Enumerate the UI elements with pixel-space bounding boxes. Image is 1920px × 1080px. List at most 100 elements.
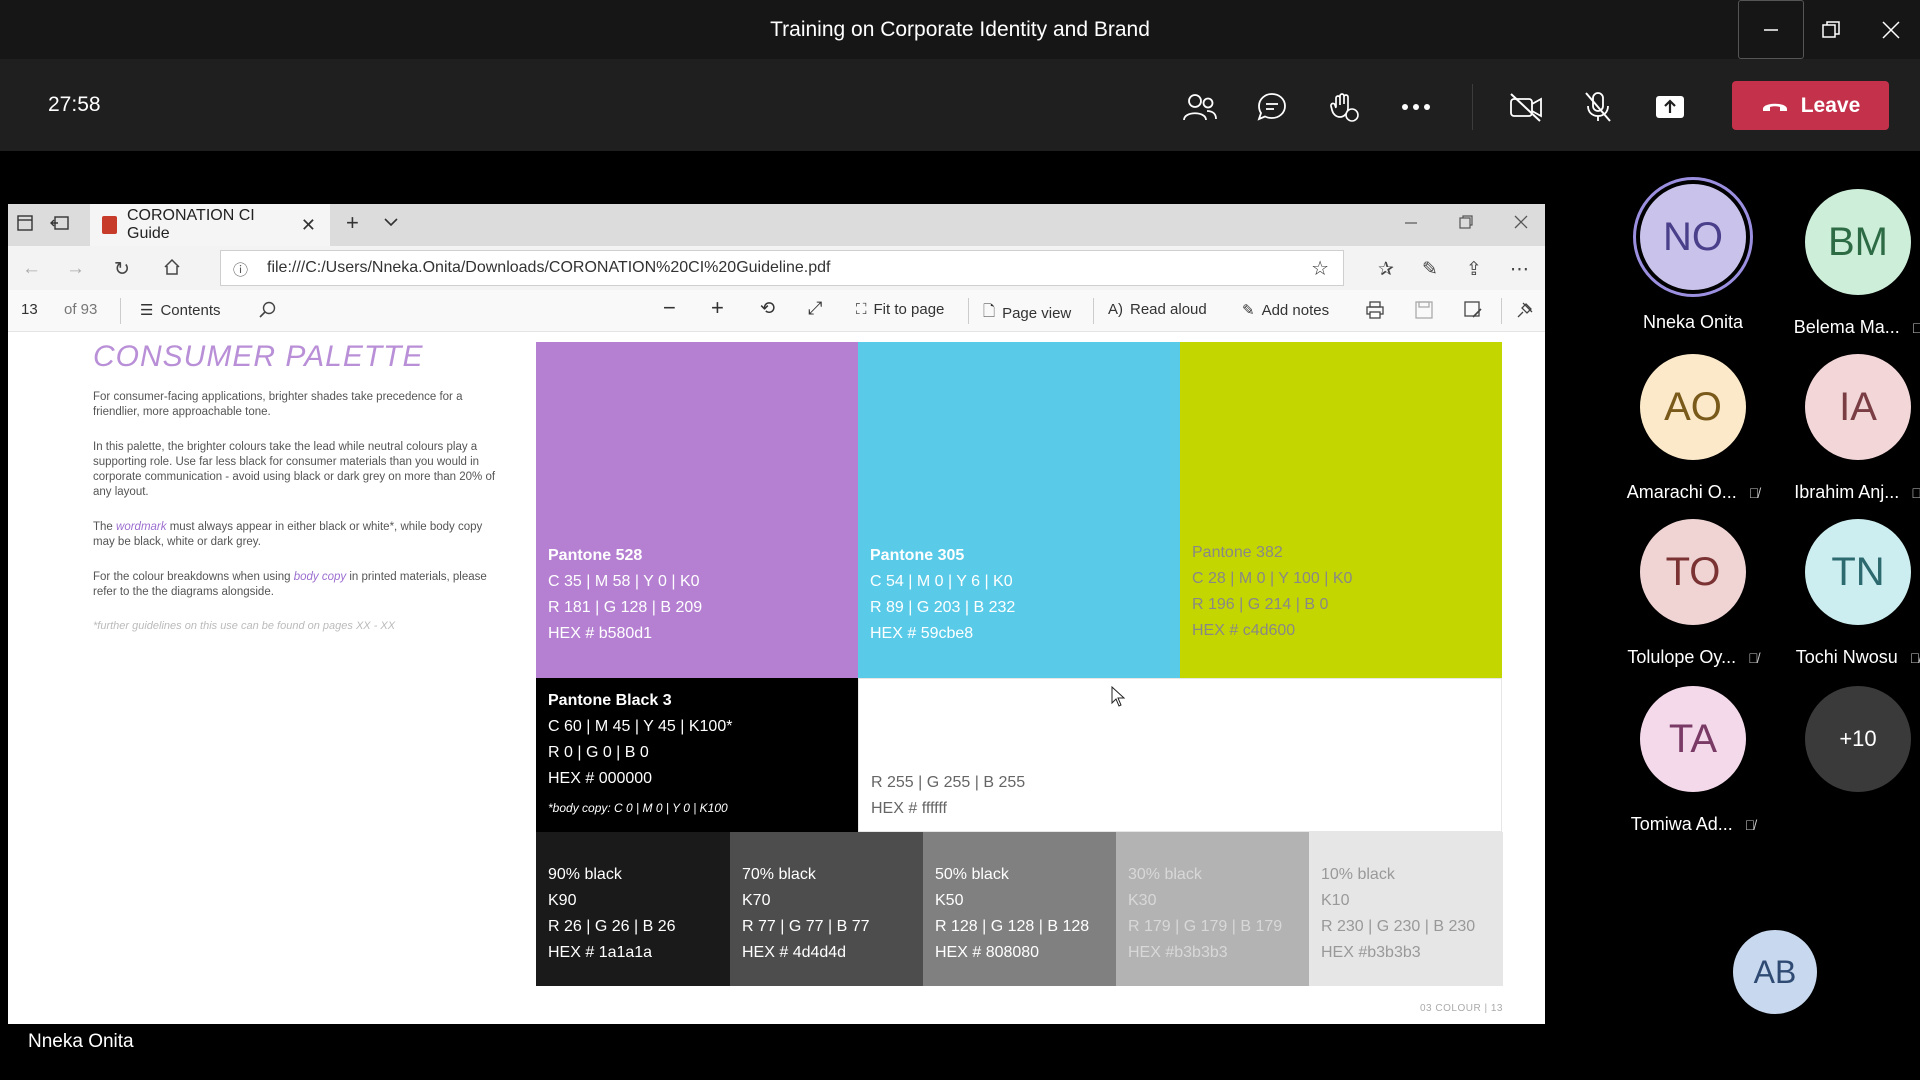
pdf-icon bbox=[102, 216, 117, 234]
participant-name-text: Belema Ma... bbox=[1793, 317, 1900, 337]
swatch-rgb: R 181 | G 128 | B 209 bbox=[548, 599, 703, 616]
save-button[interactable] bbox=[1415, 301, 1433, 319]
zoom-in-button[interactable]: + bbox=[711, 295, 724, 321]
mic-toggle-button[interactable] bbox=[1576, 85, 1620, 129]
fit-label: Fit to page bbox=[873, 301, 945, 318]
contents-button[interactable]: ☰ Contents bbox=[140, 301, 221, 320]
page-view-label: Page view bbox=[1002, 305, 1072, 322]
chevron-down-icon[interactable] bbox=[383, 214, 399, 235]
participant-tile[interactable]: BM Belema Ma... 🎙̸ bbox=[1783, 189, 1920, 338]
close-button[interactable] bbox=[1858, 0, 1920, 59]
rotate-button[interactable]: ⟲ bbox=[760, 298, 775, 319]
search-button[interactable] bbox=[258, 301, 276, 319]
restore-icon bbox=[1822, 20, 1840, 38]
pen-icon[interactable]: ✎ bbox=[1422, 258, 1438, 281]
new-tab-icon[interactable]: + bbox=[346, 210, 359, 236]
swatch-cmyk: C 60 | M 45 | Y 45 | K100* bbox=[548, 718, 733, 735]
contents-label: Contents bbox=[160, 301, 221, 319]
swatch-name: Pantone 382 bbox=[1192, 544, 1283, 561]
minimize-button[interactable] bbox=[1738, 0, 1804, 59]
set-aside-tabs-icon[interactable] bbox=[50, 214, 70, 237]
swatch-rgb: R 179 | G 179 | B 179 bbox=[1128, 918, 1283, 935]
swatch-hex: HEX # b580d1 bbox=[548, 625, 653, 642]
mic-off-icon: 🎙̸ bbox=[1911, 319, 1920, 336]
share-page-icon[interactable]: ⇪ bbox=[1466, 258, 1482, 281]
browser-minimize-icon[interactable] bbox=[1404, 214, 1418, 234]
swatch-50-black: 50% black K50 R 128 | G 128 | B 128 HEX … bbox=[923, 832, 1117, 986]
participant-name: Tochi Nwosu 🎙̸ bbox=[1783, 647, 1920, 668]
swatch-pantone-528: Pantone 528 C 35 | M 58 | Y 0 | K0 R 181… bbox=[536, 342, 858, 678]
more-options-button[interactable] bbox=[1394, 85, 1438, 129]
meeting-toolbar: 27:58 Leave bbox=[0, 59, 1920, 151]
swatch-rgb: R 196 | G 214 | B 0 bbox=[1192, 596, 1329, 613]
camera-toggle-button[interactable] bbox=[1504, 85, 1548, 129]
text: For the colour breakdowns when using bbox=[93, 571, 294, 583]
list-icon: ☰ bbox=[140, 302, 154, 319]
fit-to-page-button[interactable]: ⛶ Fit to page bbox=[856, 301, 944, 318]
participant-name-text: Tolulope Oy... bbox=[1627, 647, 1737, 667]
page-icon: 🗋 bbox=[983, 303, 996, 320]
people-button[interactable] bbox=[1178, 85, 1222, 129]
page-title: CONSUMER PALETTE bbox=[93, 340, 424, 373]
pdf-toolbar: 13 of 93 ☰ Contents − + ⟲ ⤢ ⛶ Fit to pag… bbox=[8, 290, 1545, 332]
browser-tab[interactable]: CORONATION CI Guide ✕ bbox=[90, 204, 330, 246]
info-icon[interactable]: ⓘ bbox=[233, 259, 248, 280]
mic-off-icon: 🎙̸ bbox=[1748, 649, 1759, 666]
favorites-icon[interactable]: ✰ bbox=[1378, 258, 1394, 281]
save-as-button[interactable] bbox=[1464, 301, 1482, 319]
paragraph: In this palette, the brighter colours ta… bbox=[93, 441, 496, 498]
swatch-rgb: R 255 | G 255 | B 255 bbox=[871, 774, 1026, 791]
print-icon bbox=[1366, 301, 1384, 319]
people-icon bbox=[1183, 94, 1217, 121]
pdf-separator bbox=[1501, 298, 1502, 324]
share-screen-button[interactable] bbox=[1648, 85, 1692, 129]
paragraph: The wordmark must always appear in eithe… bbox=[93, 520, 503, 550]
participant-tile[interactable]: TO Tolulope Oy... 🎙̸ bbox=[1618, 519, 1768, 668]
restore-button[interactable] bbox=[1798, 0, 1864, 59]
participant-tile[interactable]: NO Nneka Onita bbox=[1618, 184, 1768, 333]
page-number-input[interactable]: 13 bbox=[21, 301, 38, 318]
participant-tile[interactable]: TN Tochi Nwosu 🎙̸ bbox=[1783, 519, 1920, 668]
address-bar[interactable]: ⓘ file:///C:/Users/Nneka.Onita/Downloads… bbox=[220, 250, 1344, 286]
back-icon[interactable]: ← bbox=[22, 258, 41, 280]
swatch-name: Pantone 528 bbox=[548, 547, 643, 564]
chat-button[interactable] bbox=[1250, 85, 1294, 129]
pin-icon bbox=[1517, 302, 1533, 318]
tab-actions-icon[interactable] bbox=[16, 214, 34, 237]
close-tab-icon[interactable]: ✕ bbox=[301, 215, 316, 236]
pdf-separator bbox=[120, 298, 121, 324]
swatch-name: Pantone Black 3 bbox=[548, 692, 672, 709]
avatar: TO bbox=[1640, 519, 1746, 625]
page-view-button[interactable]: 🗋 Page view bbox=[983, 301, 1071, 326]
toolbar-divider bbox=[1472, 84, 1473, 130]
swatch-cmyk: C 54 | M 0 | Y 6 | K0 bbox=[870, 573, 1013, 590]
participant-tile[interactable]: IA Ibrahim Anj... 🎙̸ bbox=[1783, 354, 1920, 503]
page-total: of 93 bbox=[64, 301, 98, 318]
participant-tile[interactable]: TA Tomiwa Ad... 🎙̸ bbox=[1618, 686, 1768, 835]
mic-off-icon: 🎙̸ bbox=[1909, 649, 1920, 666]
participant-name-text: Ibrahim Anj... bbox=[1794, 482, 1900, 502]
self-view-tile[interactable]: AB bbox=[1700, 930, 1850, 1014]
pdf-page: CONSUMER PALETTE For consumer-facing app… bbox=[8, 332, 1545, 1024]
participant-name-text: Tomiwa Ad... bbox=[1630, 814, 1733, 834]
browser-close-icon[interactable] bbox=[1514, 214, 1528, 234]
forward-icon[interactable]: → bbox=[66, 258, 85, 280]
pin-toolbar-button[interactable] bbox=[1516, 301, 1534, 319]
browser-restore-icon[interactable] bbox=[1459, 214, 1473, 234]
browser-more-icon[interactable]: ⋯ bbox=[1510, 258, 1529, 281]
zoom-out-button[interactable]: − bbox=[663, 295, 676, 321]
refresh-icon[interactable]: ↻ bbox=[114, 258, 130, 281]
favorite-star-icon[interactable]: ☆ bbox=[1311, 256, 1329, 281]
more-participants-button[interactable]: +10 bbox=[1783, 686, 1920, 792]
camera-off-icon bbox=[1510, 93, 1542, 122]
reactions-button[interactable] bbox=[1322, 85, 1366, 129]
swatch-name: 30% black bbox=[1128, 866, 1202, 883]
leave-button[interactable]: Leave bbox=[1732, 81, 1889, 130]
add-notes-button[interactable]: ✎ Add notes bbox=[1242, 301, 1329, 320]
participant-tile[interactable]: AO Amarachi O... 🎙̸ bbox=[1618, 354, 1768, 503]
print-button[interactable] bbox=[1366, 301, 1384, 319]
swatch-note: *body copy: C 0 | M 0 | Y 0 | K100 bbox=[548, 801, 728, 815]
fullscreen-button[interactable]: ⤢ bbox=[808, 298, 822, 319]
read-aloud-button[interactable]: A) Read aloud bbox=[1108, 301, 1207, 318]
home-icon[interactable] bbox=[163, 258, 181, 282]
